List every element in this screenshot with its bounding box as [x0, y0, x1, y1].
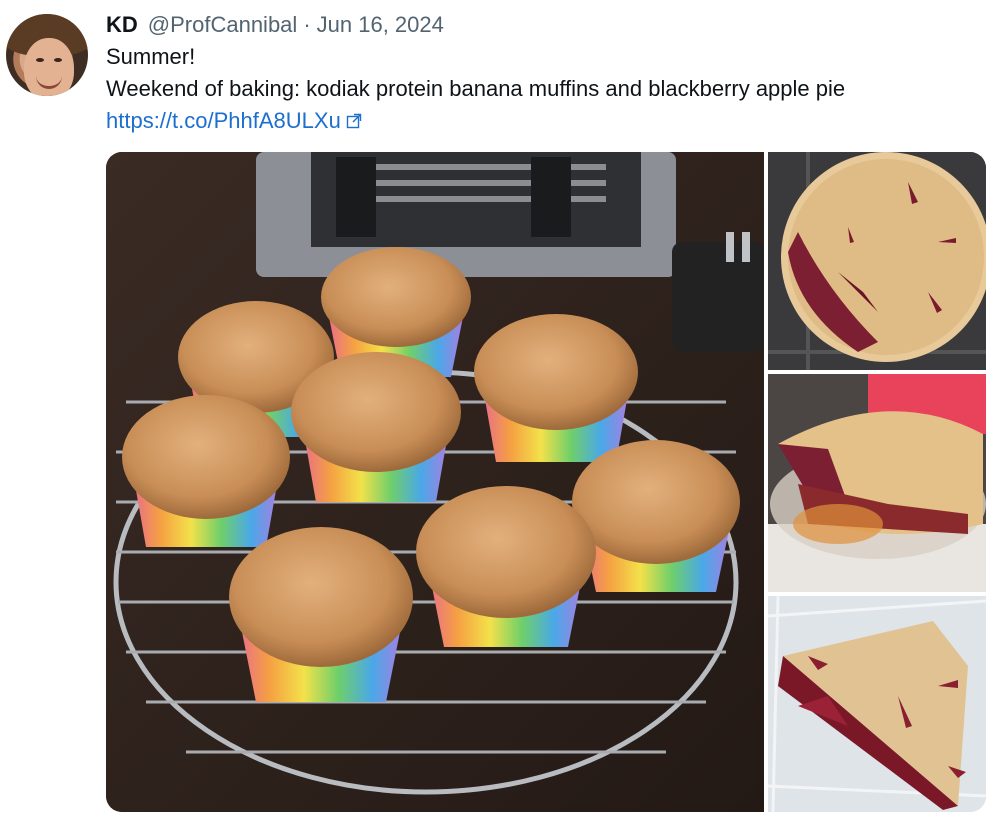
handle[interactable]: @ProfCannibal	[148, 12, 298, 38]
tweet-text-line-1: Summer!	[106, 44, 196, 69]
photo-pie-sliced[interactable]	[768, 374, 986, 592]
tweet: KD @ProfCannibal · Jun 16, 2024 Summer! …	[0, 0, 1000, 821]
avatar[interactable]	[6, 14, 88, 96]
tweet-link[interactable]: https://t.co/PhhfA8ULXu	[106, 108, 362, 134]
photo-muffins[interactable]	[106, 152, 764, 812]
separator: ·	[303, 12, 311, 37]
tweet-header: KD @ProfCannibal · Jun 16, 2024	[106, 12, 444, 42]
photo-pie-whole[interactable]	[768, 152, 986, 370]
display-name[interactable]: KD	[106, 12, 138, 38]
media-grid	[106, 152, 986, 812]
timestamp[interactable]: Jun 16, 2024	[317, 12, 444, 38]
tweet-text-line-2: Weekend of baking: kodiak protein banana…	[106, 76, 846, 101]
tweet-link-text[interactable]: https://t.co/PhhfA8ULXu	[106, 108, 341, 134]
photo-pie-slice[interactable]	[768, 596, 986, 812]
external-link-icon	[346, 113, 362, 129]
